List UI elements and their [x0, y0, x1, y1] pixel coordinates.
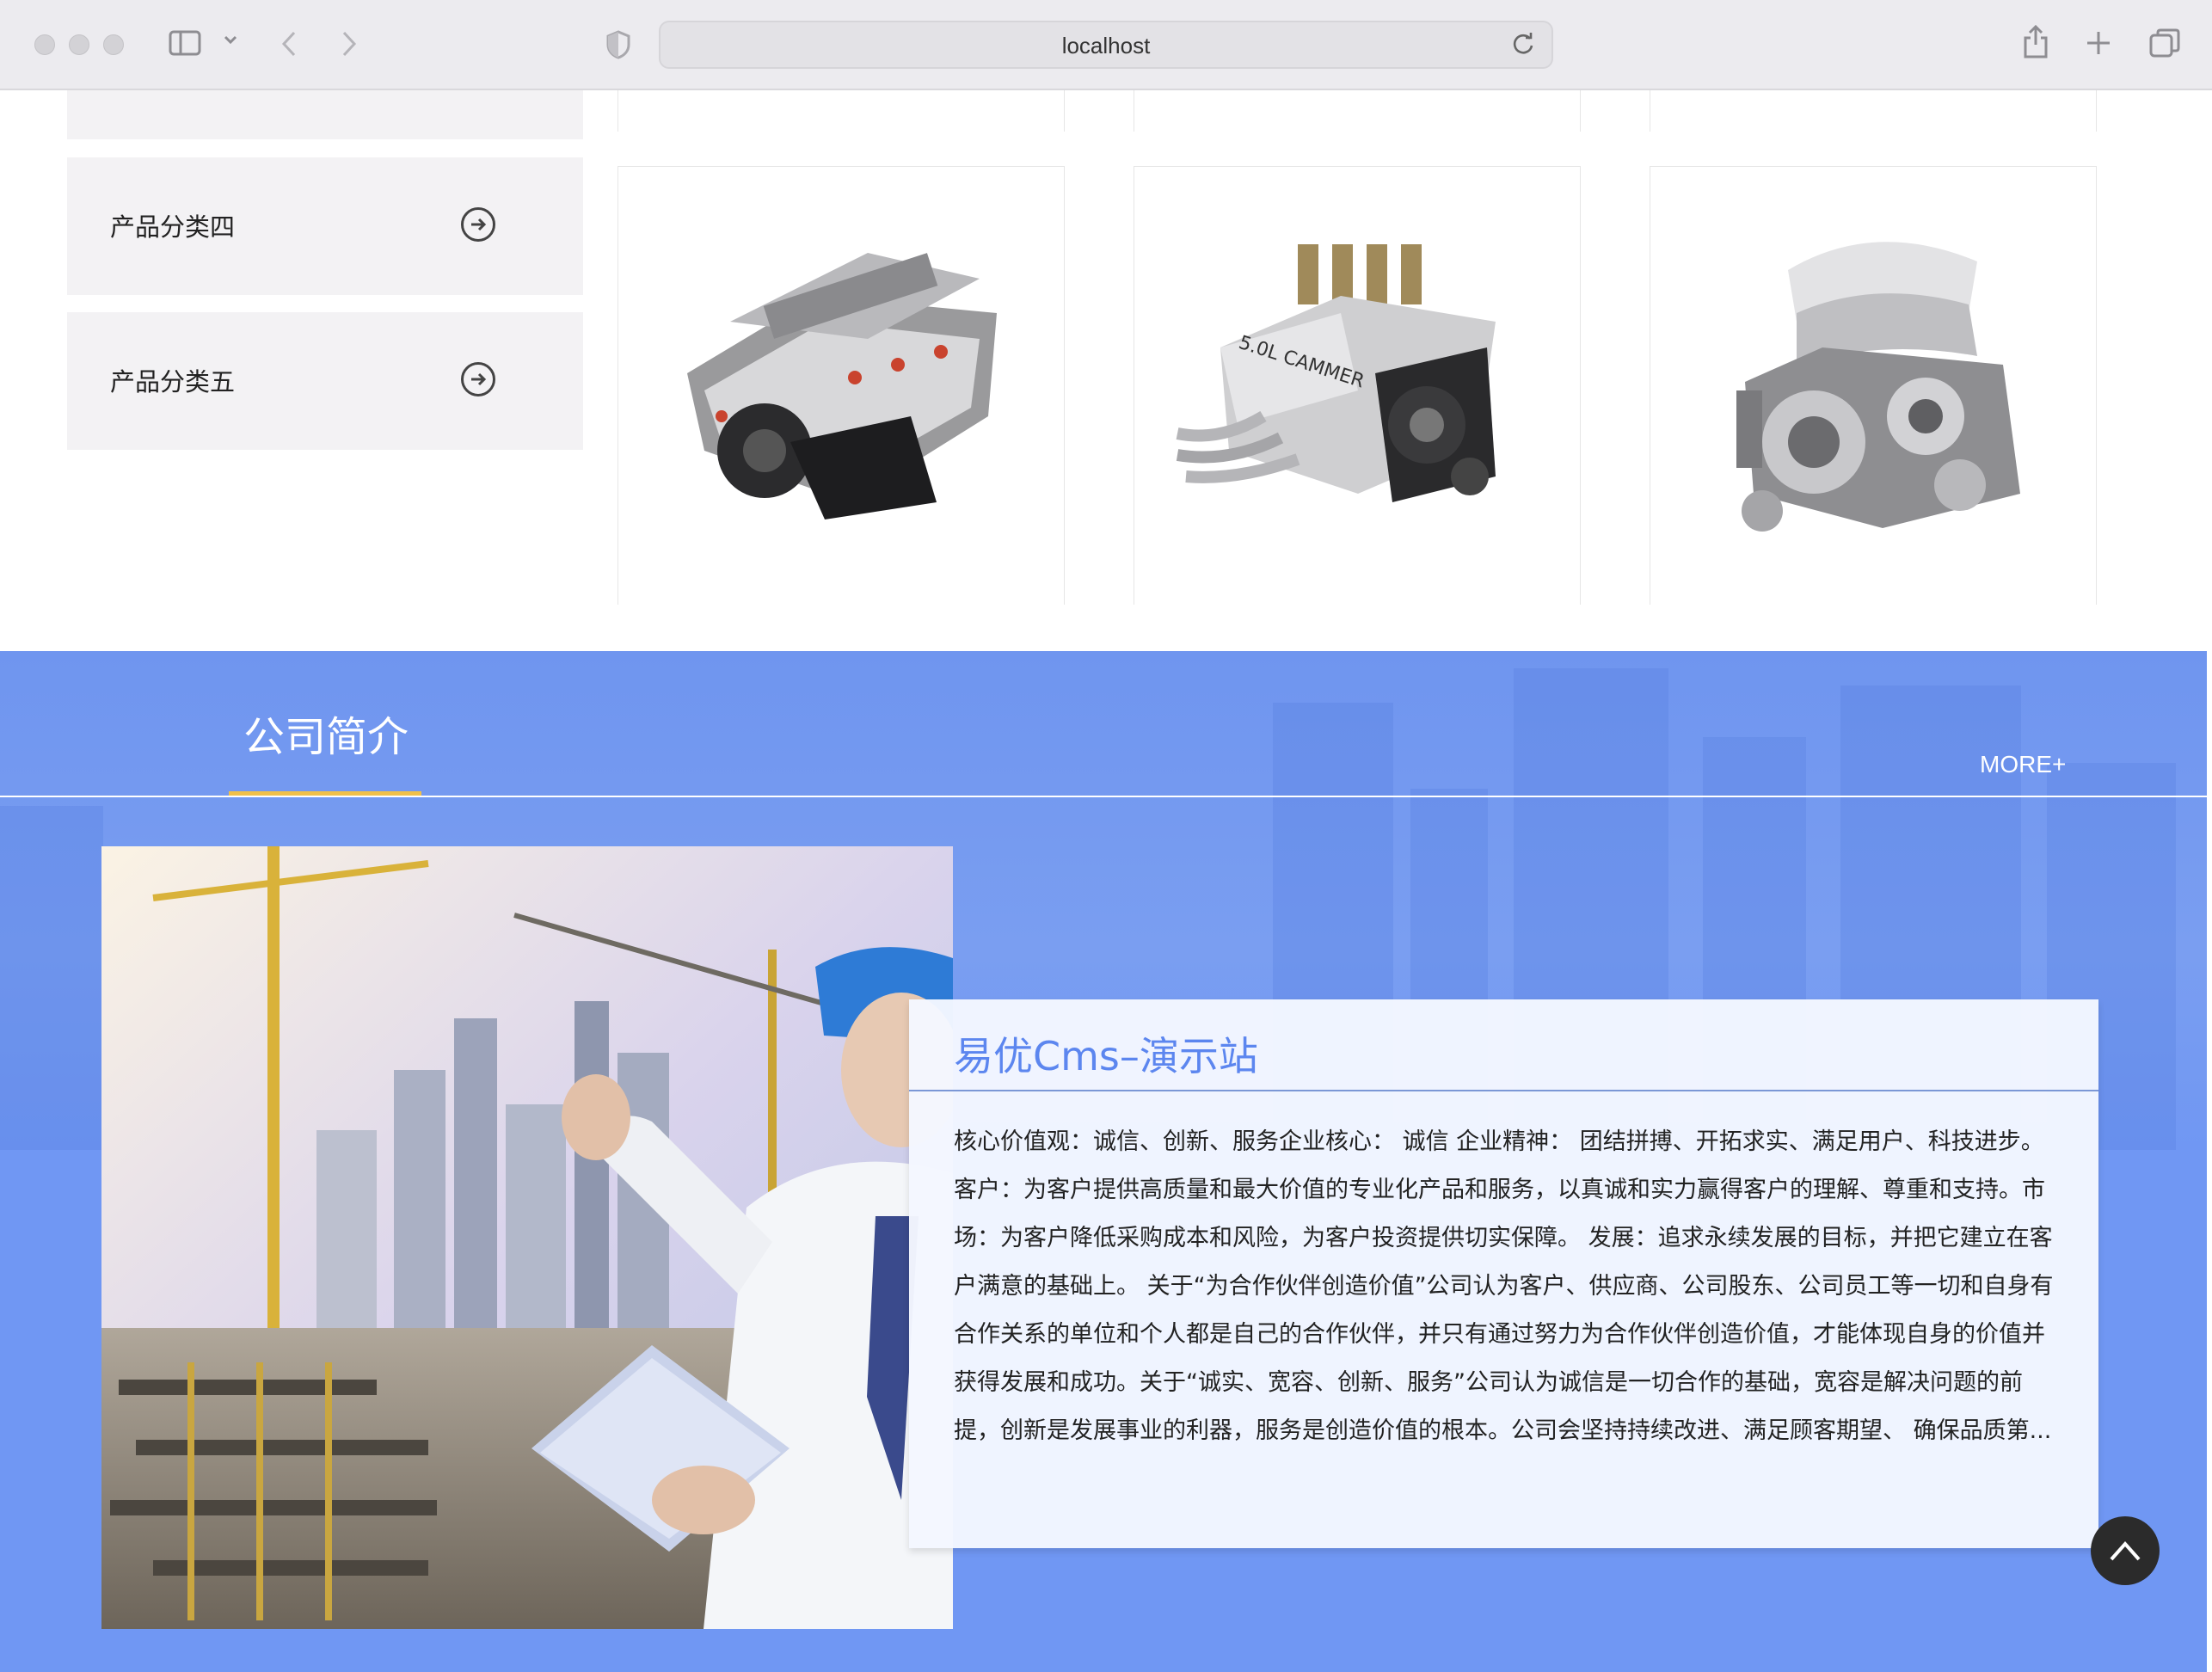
- browser-toolbar: localhost: [0, 0, 2212, 90]
- forward-arrow-icon[interactable]: [339, 29, 359, 62]
- shield-icon[interactable]: [605, 29, 631, 64]
- chevron-down-icon[interactable]: [222, 31, 239, 52]
- product-card-previous[interactable]: [1134, 90, 1581, 132]
- about-info-card: 易优Cms–演示站 核心价值观：诚信、创新、服务企业核心： 诚信 企业精神： 团…: [909, 999, 2098, 1548]
- sidebar-item-previous[interactable]: [67, 90, 583, 139]
- product-card[interactable]: [1650, 166, 2097, 605]
- more-link[interactable]: MORE+: [1980, 751, 2066, 778]
- construction-engineer-image: [101, 846, 953, 1629]
- sidebar-icon[interactable]: [169, 29, 203, 60]
- back-arrow-icon[interactable]: [279, 29, 299, 62]
- back-to-top-button[interactable]: [2091, 1516, 2160, 1585]
- circle-arrow-right-icon: [461, 362, 495, 396]
- sidebar-item-label: 产品分类四: [110, 212, 236, 242]
- window-zoom-button[interactable]: [103, 34, 124, 55]
- window-minimize-button[interactable]: [69, 34, 89, 55]
- address-text: localhost: [1061, 33, 1151, 58]
- window-close-button[interactable]: [34, 34, 55, 55]
- section-title: 公司简介: [243, 713, 409, 761]
- info-divider: [909, 1090, 2098, 1091]
- product-card[interactable]: [618, 166, 1065, 605]
- section-divider: [0, 796, 2207, 797]
- sidebar-item-label: 产品分类五: [110, 367, 236, 396]
- sidebar-item-category-5[interactable]: 产品分类五: [67, 312, 583, 450]
- company-description: 核心价值观：诚信、创新、服务企业核心： 诚信 企业精神： 团结拼搏、开拓求实、满…: [954, 1128, 2054, 1444]
- circle-arrow-right-icon: [461, 207, 495, 242]
- company-name[interactable]: 易优Cms–演示站: [954, 1025, 1258, 1082]
- engine-v8-image: [687, 253, 997, 519]
- product-card[interactable]: 5.0L CAMMER: [1134, 166, 1581, 605]
- product-card-previous[interactable]: [618, 90, 1065, 132]
- share-icon[interactable]: [2021, 24, 2050, 64]
- about-section: 公司简介 MORE+ 易优Cms–演示站 核心价值观：诚信、创新、服务企业核心：…: [0, 651, 2207, 1672]
- engine-cammer-image: 5.0L CAMMER: [1176, 244, 1496, 502]
- engine-chrome-image: [1736, 242, 2020, 532]
- sidebar-item-category-4[interactable]: 产品分类四: [67, 157, 583, 295]
- reload-icon[interactable]: [1510, 31, 1536, 63]
- chevron-up-icon: [2110, 1540, 2141, 1561]
- product-card-previous[interactable]: [1650, 90, 2097, 132]
- about-photo: [101, 846, 953, 1629]
- address-bar[interactable]: localhost: [659, 21, 1553, 69]
- tabs-overview-icon[interactable]: [2148, 28, 2181, 62]
- plus-icon[interactable]: [2085, 29, 2112, 60]
